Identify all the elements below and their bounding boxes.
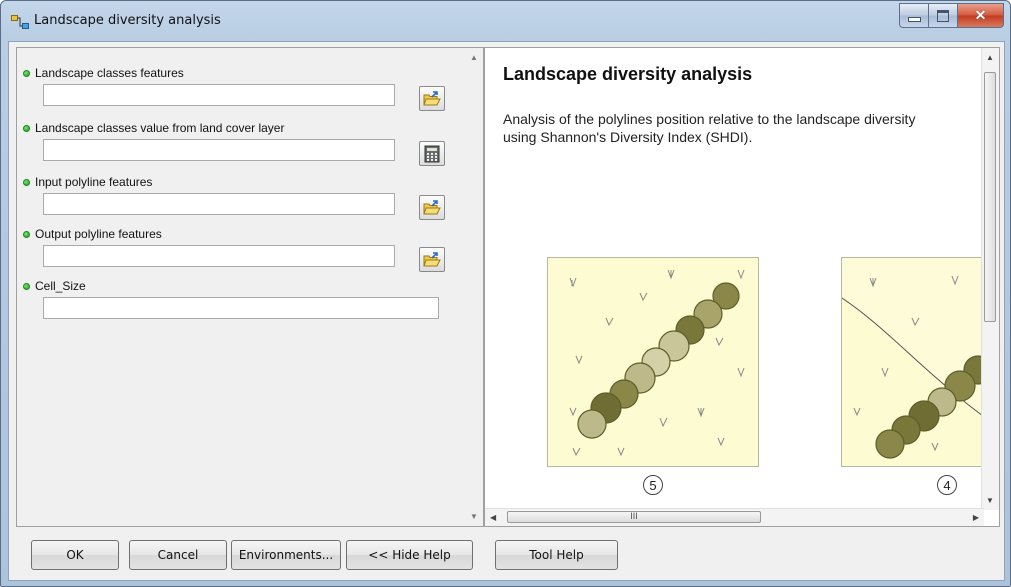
parameters-scrollbar[interactable]: ▲ ▼ xyxy=(467,48,483,526)
help-title: Landscape diversity analysis xyxy=(503,64,753,84)
maximize-icon xyxy=(937,9,949,22)
scroll-left-icon[interactable]: ◀ xyxy=(490,513,496,522)
help-description: Analysis of the polylines position relat… xyxy=(503,111,916,145)
landscape-illustration-image xyxy=(569,269,745,457)
input-polyline-features-input[interactable] xyxy=(43,193,395,215)
param-label-text: Output polyline features xyxy=(35,227,162,241)
landscape-boundary-illustration-image xyxy=(842,258,999,459)
param-label: Output polyline features xyxy=(23,226,162,242)
parameters-pane: Landscape classes features Landscape cla… xyxy=(16,47,484,527)
param-landscape-classes-features: Landscape classes features xyxy=(23,65,445,111)
calculator-icon xyxy=(424,145,440,162)
landscape-classes-value-input[interactable] xyxy=(43,139,395,161)
scroll-right-icon[interactable]: ▶ xyxy=(973,513,979,522)
output-polyline-features-input[interactable] xyxy=(43,245,395,267)
param-label: Input polyline features xyxy=(23,174,152,190)
environments-button[interactable]: Environments... xyxy=(231,540,341,570)
param-label: Cell_Size xyxy=(23,278,86,294)
tool-dialog-window: Landscape diversity analysis ✕ Landscape… xyxy=(0,0,1011,587)
illustration-number-4: 4 xyxy=(937,475,957,495)
folder-open-icon xyxy=(423,199,441,214)
illustration-polyline-crossing-grassland xyxy=(547,257,759,467)
title-bar[interactable]: Landscape diversity analysis ✕ xyxy=(1,1,1010,43)
minimize-button[interactable] xyxy=(899,3,929,28)
help-vertical-scrollbar[interactable]: ▲ ▼ xyxy=(981,48,999,510)
help-pane: Landscape diversity analysis Analysis of… xyxy=(484,47,1000,527)
param-landscape-classes-value: Landscape classes value from land cover … xyxy=(23,120,445,166)
required-indicator-icon xyxy=(23,178,30,186)
required-indicator-icon xyxy=(23,230,30,238)
hide-help-button[interactable]: << Hide Help xyxy=(346,540,473,570)
scroll-up-icon[interactable]: ▲ xyxy=(470,53,478,62)
scroll-up-icon[interactable]: ▲ xyxy=(986,53,994,62)
param-label: Landscape classes features xyxy=(23,65,184,81)
horizontal-scroll-thumb[interactable]: III xyxy=(507,511,761,523)
required-indicator-icon xyxy=(23,124,30,132)
cancel-button[interactable]: Cancel xyxy=(129,540,227,570)
close-icon: ✕ xyxy=(974,7,987,23)
param-label-text: Cell_Size xyxy=(35,279,86,293)
browse-output-polyline-button[interactable] xyxy=(419,247,445,272)
ok-button[interactable]: OK xyxy=(31,540,119,570)
required-indicator-icon xyxy=(23,282,30,290)
model-tool-icon xyxy=(11,15,29,29)
folder-open-icon xyxy=(423,90,441,105)
browse-landscape-classes-button[interactable] xyxy=(419,86,445,111)
param-cell-size: Cell_Size xyxy=(23,278,439,319)
param-input-polyline-features: Input polyline features xyxy=(23,174,445,220)
illustration-polyline-crossing-boundary xyxy=(841,257,999,467)
param-label-text: Landscape classes value from land cover … xyxy=(35,121,285,135)
maximize-button[interactable] xyxy=(929,3,958,28)
help-horizontal-scrollbar[interactable]: ◀ III ▶ xyxy=(485,508,984,526)
required-indicator-icon xyxy=(23,69,30,77)
scroll-down-icon[interactable]: ▼ xyxy=(986,496,994,505)
minimize-icon xyxy=(907,17,921,22)
param-label-text: Landscape classes features xyxy=(35,66,184,80)
param-label: Landscape classes value from land cover … xyxy=(23,120,284,136)
dialog-client-area: Landscape classes features Landscape cla… xyxy=(8,41,1005,581)
folder-open-icon xyxy=(423,251,441,266)
tool-help-button[interactable]: Tool Help xyxy=(495,540,618,570)
browse-input-polyline-button[interactable] xyxy=(419,195,445,220)
close-button[interactable]: ✕ xyxy=(958,3,1004,28)
window-title: Landscape diversity analysis xyxy=(34,13,221,28)
param-output-polyline-features: Output polyline features xyxy=(23,226,445,272)
param-label-text: Input polyline features xyxy=(35,175,153,189)
vertical-scroll-thumb[interactable] xyxy=(984,72,996,322)
landscape-classes-features-input[interactable] xyxy=(43,84,395,106)
illustration-number-5: 5 xyxy=(643,475,663,495)
window-controls: ✕ xyxy=(899,3,1004,28)
cell-size-input[interactable] xyxy=(43,297,439,319)
field-calculator-button[interactable] xyxy=(419,141,445,166)
scroll-down-icon[interactable]: ▼ xyxy=(470,512,478,521)
